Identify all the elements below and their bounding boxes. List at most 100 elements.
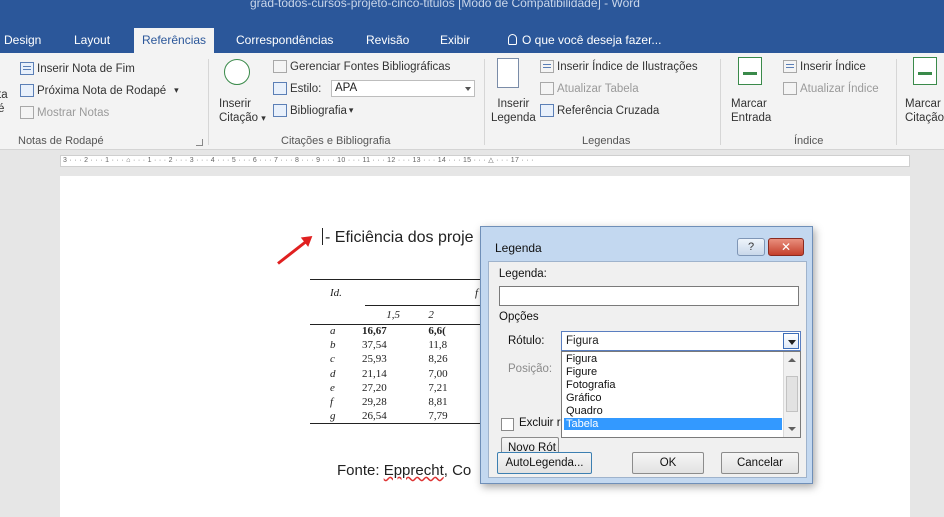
autolegenda-button[interactable]: AutoLegenda... [497, 452, 592, 474]
tab-revisao[interactable]: Revisão [358, 28, 417, 53]
chevron-down-icon: ▾ [174, 85, 179, 95]
table-cell: 6,6( [428, 325, 446, 338]
table-row: a 16,67 6,6( [310, 324, 480, 338]
inserir-nota-fim-button[interactable]: Inserir Nota de Fim [20, 62, 135, 75]
insert-caption-icon [497, 58, 519, 88]
table-cell: 16,67 [362, 325, 387, 338]
referencia-cruzada-button[interactable]: Referência Cruzada [540, 104, 659, 117]
source-suffix: , Co [443, 462, 472, 479]
legenda-dialog: Legenda ? ✕ LLegenda: Opções Rótulo: Fig… [480, 226, 813, 484]
cancelar-button[interactable]: Cancelar [721, 452, 799, 474]
caption-line[interactable]: - Eficiência dos proje [322, 228, 474, 247]
marcar-citacao-button[interactable]: Marcar Citação [905, 97, 944, 125]
mark-citation-icon [913, 57, 937, 85]
option-figure[interactable]: Figure [564, 366, 782, 378]
atualizar-tabela-label: Atualizar Tabela [557, 82, 639, 95]
tell-me-box[interactable]: O que você deseja fazer... [508, 28, 661, 53]
legenda-input[interactable] [499, 286, 799, 306]
source-line[interactable]: Fonte: Epprecht, Co [337, 462, 471, 479]
tell-me-text: O que você deseja fazer... [522, 33, 662, 47]
option-fotografia[interactable]: Fotografia [564, 379, 782, 391]
bibliografia-button[interactable]: Bibliografia ▾ [273, 104, 353, 117]
option-quadro[interactable]: Quadro [564, 405, 782, 417]
table-row: g 26,54 7,79 [310, 409, 480, 424]
table-cell: e [330, 381, 335, 394]
inserir-nota-fim-label: Inserir Nota de Fim [37, 62, 135, 75]
insert-index-icon [783, 60, 797, 73]
inserir-legenda-label-2: Legenda [491, 112, 536, 124]
group-separator [484, 59, 485, 145]
close-button[interactable]: ✕ [768, 238, 804, 256]
inserir-citacao-label-2: Citação [219, 112, 258, 124]
tab-referencias[interactable]: Referências [134, 28, 215, 53]
scroll-up-icon[interactable] [788, 358, 796, 362]
inserir-indice-ilustracoes-button[interactable]: Inserir Índice de Ilustrações [540, 60, 698, 73]
clipped-label-2: é [0, 103, 5, 115]
table-row: d 21,14 7,00 [310, 367, 480, 381]
table-cell: 37,54 [362, 339, 387, 352]
bibliografia-label: Bibliografia [290, 104, 347, 117]
data-table[interactable]: Id. f 1,5 2 a 16,67 6,6( b 37,54 11,8 c … [310, 280, 480, 424]
tab-exibir[interactable]: Exibir [432, 28, 478, 53]
tab-layout[interactable]: Layout [66, 28, 118, 53]
estilo-select[interactable]: APA [331, 80, 475, 97]
marcar-entrada-label-2: Entrada [731, 112, 772, 124]
proxima-nota-label: Próxima Nota de Rodapé [37, 84, 167, 97]
ok-button[interactable]: OK [632, 452, 704, 474]
help-button[interactable]: ? [737, 238, 765, 256]
atualizar-indice-button[interactable]: Atualizar Índice [783, 82, 879, 95]
mostrar-notas-button[interactable]: Mostrar Notas [20, 106, 109, 119]
dropdown-arrow-icon[interactable] [783, 333, 799, 349]
dialog-launcher-icon[interactable] [196, 139, 203, 146]
chevron-down-icon: ▾ [261, 113, 266, 123]
source-prefix: Fonte: [337, 462, 384, 479]
table-row: b 37,54 11,8 [310, 338, 480, 352]
ruler-scale: 3 · · · 2 · · · 1 · · · ⌂ · · · 1 · · · … [63, 157, 534, 164]
excluir-rotulo-checkbox[interactable] [501, 418, 514, 431]
table-subheader: 1,5 [360, 306, 427, 325]
group-separator [720, 59, 721, 145]
inserir-indice-button[interactable]: Inserir Índice [783, 60, 866, 73]
table-header-id: Id. [330, 287, 342, 299]
scroll-thumb[interactable] [786, 376, 798, 412]
rotulo-value: Figura [566, 335, 599, 347]
table-header-partial: f [474, 287, 478, 299]
rotulo-select[interactable]: Figura [561, 331, 801, 351]
proxima-nota-button[interactable]: Próxima Nota de Rodapé ▾ [20, 84, 179, 97]
update-index-icon [783, 82, 797, 95]
gerenciar-fontes-label: Gerenciar Fontes Bibliográficas [290, 60, 451, 73]
list-scrollbar[interactable] [783, 352, 800, 437]
table-cell: 27,20 [362, 381, 387, 394]
tab-design[interactable]: Design [0, 28, 49, 53]
table-cell: 8,81 [428, 396, 448, 409]
dialog-title: Legenda [495, 241, 542, 255]
table-cell: 26,54 [360, 409, 427, 424]
scroll-down-icon[interactable] [788, 427, 796, 431]
option-grafico[interactable]: Gráfico [564, 392, 782, 404]
update-table-icon [540, 82, 554, 95]
group-label-legendas: Legendas [582, 135, 631, 147]
referencia-cruzada-label: Referência Cruzada [557, 104, 660, 117]
table-cell: f [330, 396, 334, 409]
inserir-citacao-button[interactable]: Inserir Citação ▾ [219, 97, 266, 125]
group-label-citacoes: Citações e Bibliografia [281, 135, 391, 147]
mark-entry-icon [738, 57, 762, 85]
table-cell: d [330, 367, 336, 380]
marcar-entrada-button[interactable]: Marcar Entrada [731, 97, 771, 125]
ruler[interactable]: 3 · · · 2 · · · 1 · · · ⌂ · · · 1 · · · … [0, 150, 944, 172]
rotulo-options-list[interactable]: Figura Figure Fotografia Gráfico Quadro … [561, 351, 801, 438]
inserir-legenda-button[interactable]: Inserir Legenda [491, 97, 536, 125]
option-figura[interactable]: Figura [564, 353, 782, 365]
atualizar-tabela-button[interactable]: Atualizar Tabela [540, 82, 639, 95]
marcar-citacao-label-1: Marcar [905, 98, 941, 110]
clipped-label-1: ta [0, 89, 8, 101]
ribbon-tabs: Design Layout Referências Correspondênci… [0, 24, 944, 53]
style-icon [273, 82, 287, 95]
table-of-figures-icon [540, 60, 554, 73]
tab-correspondencias[interactable]: Correspondências [228, 28, 341, 53]
option-tabela[interactable]: Tabela [564, 418, 782, 431]
gerenciar-fontes-button[interactable]: Gerenciar Fontes Bibliográficas [273, 60, 450, 73]
table-row: c 25,93 8,26 [310, 352, 480, 366]
table-row: f 29,28 8,81 [310, 395, 480, 409]
cross-reference-icon [540, 104, 554, 117]
